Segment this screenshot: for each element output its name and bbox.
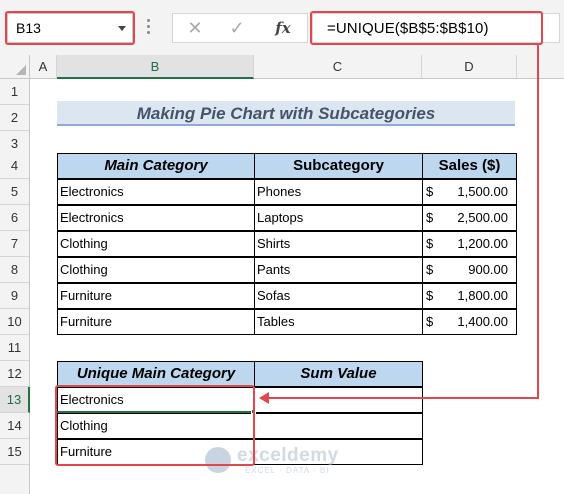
sales-value: 900.00 [468,262,508,277]
table-header-main-category[interactable]: Main Category [57,153,255,179]
formula-highlight [310,11,543,45]
name-box-highlight [5,11,135,45]
currency-symbol: $ [426,184,434,199]
table2-cell-sum[interactable] [254,387,423,413]
arrow-line-vertical [537,44,539,399]
enter-icon[interactable]: ✓ [223,17,251,39]
table-cell-main[interactable]: Electronics [57,205,255,231]
insert-function-icon[interactable]: fx [269,17,297,39]
row-header-10[interactable]: 10 [0,309,30,335]
row-header-7[interactable]: 7 [0,231,30,257]
column-header-d[interactable]: D [422,55,517,79]
table-cell-sub[interactable]: Laptops [254,205,423,231]
row-header-5[interactable]: 5 [0,179,30,205]
row-header-2[interactable]: 2 [0,105,30,131]
cancel-icon[interactable]: ✕ [181,17,209,39]
row-header-13[interactable]: 13 [0,387,30,413]
table-cell-sub[interactable]: Tables [254,309,423,335]
row-header-9[interactable]: 9 [0,283,30,309]
table-cell-sales[interactable]: $1,500.00 [422,179,517,205]
currency-symbol: $ [426,288,434,303]
table2-header-unique-main-category[interactable]: Unique Main Category [57,361,255,387]
table-header-subcategory[interactable]: Subcategory [254,153,423,179]
row-header-8[interactable]: 8 [0,257,30,283]
currency-symbol: $ [426,314,434,329]
sheet-title[interactable]: Making Pie Chart with Subcategories [57,101,515,126]
table-cell-sales[interactable]: $2,500.00 [422,205,517,231]
table-cell-main[interactable]: Furniture [57,309,255,335]
table-cell-sub[interactable]: Phones [254,179,423,205]
column-header-extra [517,55,564,79]
sales-value: 2,500.00 [457,210,508,225]
sales-value: 1,400.00 [457,314,508,329]
row-header-11[interactable]: 11 [0,335,30,361]
table2-header-sum-value[interactable]: Sum Value [254,361,423,387]
formula-bar-grip-icon[interactable] [147,19,151,35]
row-header-12[interactable]: 12 [0,361,30,387]
table-cell-sales[interactable]: $1,400.00 [422,309,517,335]
row-header-extra [0,465,30,494]
column-header-c[interactable]: C [254,55,422,79]
table-cell-sales[interactable]: $1,800.00 [422,283,517,309]
currency-symbol: $ [426,236,434,251]
column-header-b[interactable]: B [57,55,254,79]
table-cell-sales[interactable]: $900.00 [422,257,517,283]
select-all-button[interactable] [0,55,30,79]
select-all-icon [16,65,26,75]
row-header-6[interactable]: 6 [0,205,30,231]
table-cell-sales[interactable]: $1,200.00 [422,231,517,257]
table-cell-sub[interactable]: Pants [254,257,423,283]
sales-value: 1,500.00 [457,184,508,199]
arrow-head-icon [259,392,269,404]
result-cells-highlight [55,385,255,466]
table-cell-main[interactable]: Electronics [57,179,255,205]
row-header-4[interactable]: 4 [0,153,30,179]
sales-value: 1,800.00 [457,288,508,303]
formula-bar-buttons: ✕ ✓ fx [172,13,308,43]
column-header-a[interactable]: A [30,55,57,79]
currency-symbol: $ [426,210,434,225]
row-header-1[interactable]: 1 [0,79,30,105]
table-cell-sub[interactable]: Sofas [254,283,423,309]
table-cell-main[interactable]: Clothing [57,231,255,257]
arrow-line-horizontal [268,397,539,399]
table-cell-sub[interactable]: Shirts [254,231,423,257]
table-cell-main[interactable]: Furniture [57,283,255,309]
row-header-14[interactable]: 14 [0,413,30,439]
watermark-tagline: EXCEL · DATA · BI [245,466,330,475]
currency-symbol: $ [426,262,434,277]
sales-value: 1,200.00 [457,236,508,251]
row-header-15[interactable]: 15 [0,439,30,465]
table-header-sales[interactable]: Sales ($) [422,153,517,179]
table-cell-main[interactable]: Clothing [57,257,255,283]
table2-cell-sum[interactable] [254,413,423,439]
